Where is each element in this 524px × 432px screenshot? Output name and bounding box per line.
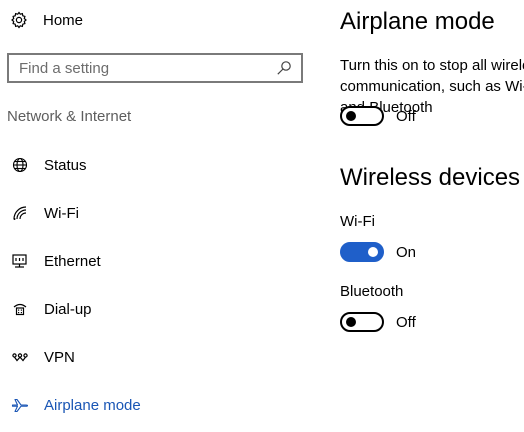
sidebar-item-status[interactable]: Status <box>10 152 87 178</box>
home-button[interactable]: Home <box>9 8 83 32</box>
toggle-state-label: Off <box>396 107 416 125</box>
section-title-wireless-devices: Wireless devices <box>340 164 521 191</box>
wifi-icon <box>10 203 30 223</box>
home-label: Home <box>43 11 84 29</box>
bluetooth-label: Bluetooth <box>340 283 404 300</box>
sidebar-item-vpn[interactable]: VPN <box>10 344 75 370</box>
sidebar-item-label: Status <box>44 156 87 174</box>
sidebar-item-ethernet[interactable]: Ethernet <box>10 248 101 274</box>
sidebar-item-label: Airplane mode <box>44 396 141 414</box>
main-content: Airplane mode Turn this on to stop all w… <box>340 0 524 432</box>
wifi-label: Wi-Fi <box>340 213 375 230</box>
sidebar-item-label: VPN <box>44 348 75 366</box>
toggle-state-label: On <box>396 243 417 261</box>
search-input[interactable] <box>19 56 275 80</box>
sidebar-item-label: Dial-up <box>44 300 92 318</box>
toggle-switch[interactable] <box>340 312 384 332</box>
settings-sidebar: Home Network & Internet <box>0 0 320 432</box>
page-title: Airplane mode <box>340 8 495 35</box>
airplane-icon <box>10 395 30 415</box>
toggle-knob <box>346 317 356 327</box>
gear-icon <box>9 10 29 30</box>
airplane-mode-toggle[interactable]: Off <box>340 106 416 126</box>
bluetooth-toggle[interactable]: Off <box>340 312 416 332</box>
toggle-state-label: Off <box>396 313 416 331</box>
sidebar-item-dialup[interactable]: Dial-up <box>10 296 92 322</box>
sidebar-item-label: Wi-Fi <box>44 204 79 222</box>
search-icon[interactable] <box>275 59 293 77</box>
sidebar-item-wifi[interactable]: Wi-Fi <box>10 200 79 226</box>
sidebar-item-label: Ethernet <box>44 252 101 270</box>
toggle-knob <box>346 111 356 121</box>
toggle-switch[interactable] <box>340 106 384 126</box>
ethernet-icon <box>10 251 30 271</box>
toggle-switch[interactable] <box>340 242 384 262</box>
search-box[interactable] <box>7 53 303 83</box>
globe-icon <box>10 155 30 175</box>
wifi-toggle[interactable]: On <box>340 242 416 262</box>
sidebar-item-airplane-mode[interactable]: Airplane mode <box>10 392 141 418</box>
dialup-icon <box>10 299 30 319</box>
vpn-icon <box>10 347 30 367</box>
section-heading: Network & Internet <box>7 108 132 125</box>
toggle-knob <box>368 247 378 257</box>
